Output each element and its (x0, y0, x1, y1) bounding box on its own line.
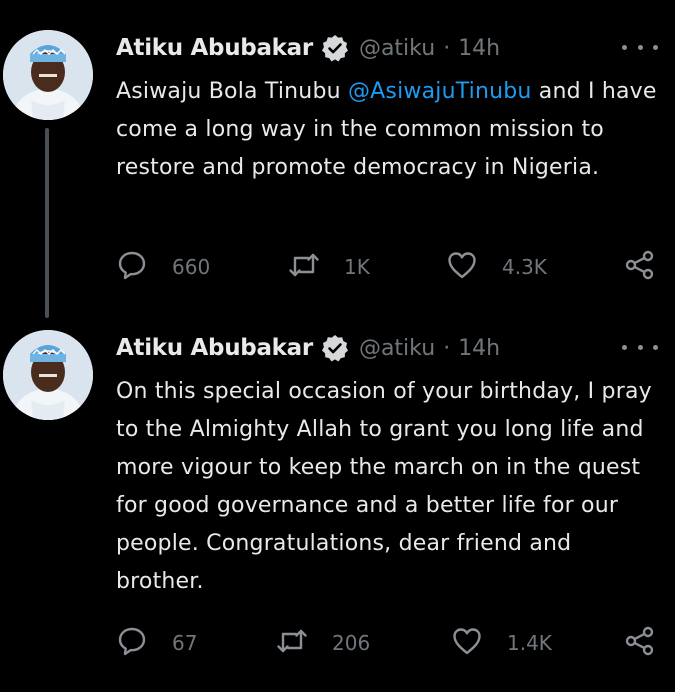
tweet-actions: 67 206 1.4K (116, 623, 661, 663)
share-button[interactable] (624, 247, 656, 287)
thread-connector-line (45, 128, 49, 318)
author-name[interactable]: Atiku Abubakar (116, 35, 313, 61)
retweet-count: 206 (332, 631, 371, 655)
separator-dot: · (443, 35, 451, 61)
like-icon (451, 625, 483, 662)
avatar[interactable] (3, 330, 93, 420)
author-handle[interactable]: @atiku (359, 36, 435, 61)
verified-badge-icon (321, 34, 349, 62)
tweet-text: Asiwaju Bola Tinubu @AsiwajuTinubu and I… (116, 73, 661, 187)
tweet[interactable]: Atiku Abubakar @atiku · 14h Asiwaju Bola… (0, 0, 675, 318)
more-horizontal-icon[interactable] (622, 337, 658, 357)
reply-icon (116, 625, 148, 662)
reply-count: 660 (172, 255, 211, 279)
retweet-icon (276, 625, 308, 662)
author-handle[interactable]: @atiku (359, 336, 435, 361)
avatar[interactable] (3, 30, 93, 120)
like-count: 1.4K (507, 631, 552, 655)
like-button[interactable]: 1.4K (451, 623, 552, 663)
retweet-count: 1K (344, 255, 370, 279)
verified-badge-icon (321, 334, 349, 362)
tweet-text-start: Asiwaju Bola Tinubu (116, 79, 348, 104)
tweet-actions: 660 1K 4.3K (116, 247, 661, 287)
tweet-timestamp[interactable]: 14h (458, 36, 500, 61)
share-icon (624, 625, 656, 662)
like-icon (446, 249, 478, 286)
share-button[interactable] (624, 623, 656, 663)
retweet-button[interactable]: 1K (288, 247, 370, 287)
tweet-timestamp[interactable]: 14h (458, 336, 500, 361)
tweet-header: Atiku Abubakar @atiku · 14h (116, 30, 500, 66)
author-name[interactable]: Atiku Abubakar (116, 335, 313, 361)
reply-count: 67 (172, 631, 198, 655)
like-button[interactable]: 4.3K (446, 247, 547, 287)
share-icon (624, 249, 656, 286)
mention-link[interactable]: @AsiwajuTinubu (348, 79, 532, 104)
tweet-header: Atiku Abubakar @atiku · 14h (116, 330, 500, 366)
separator-dot: · (443, 335, 451, 361)
reply-button[interactable]: 67 (116, 623, 197, 663)
tweet[interactable]: Atiku Abubakar @atiku · 14h On this spec… (0, 300, 675, 692)
more-horizontal-icon[interactable] (622, 37, 658, 57)
reply-button[interactable]: 660 (116, 247, 210, 287)
retweet-icon (288, 249, 320, 286)
like-count: 4.3K (502, 255, 547, 279)
reply-icon (116, 249, 148, 286)
retweet-button[interactable]: 206 (276, 623, 370, 663)
tweet-text: On this special occasion of your birthda… (116, 379, 652, 594)
